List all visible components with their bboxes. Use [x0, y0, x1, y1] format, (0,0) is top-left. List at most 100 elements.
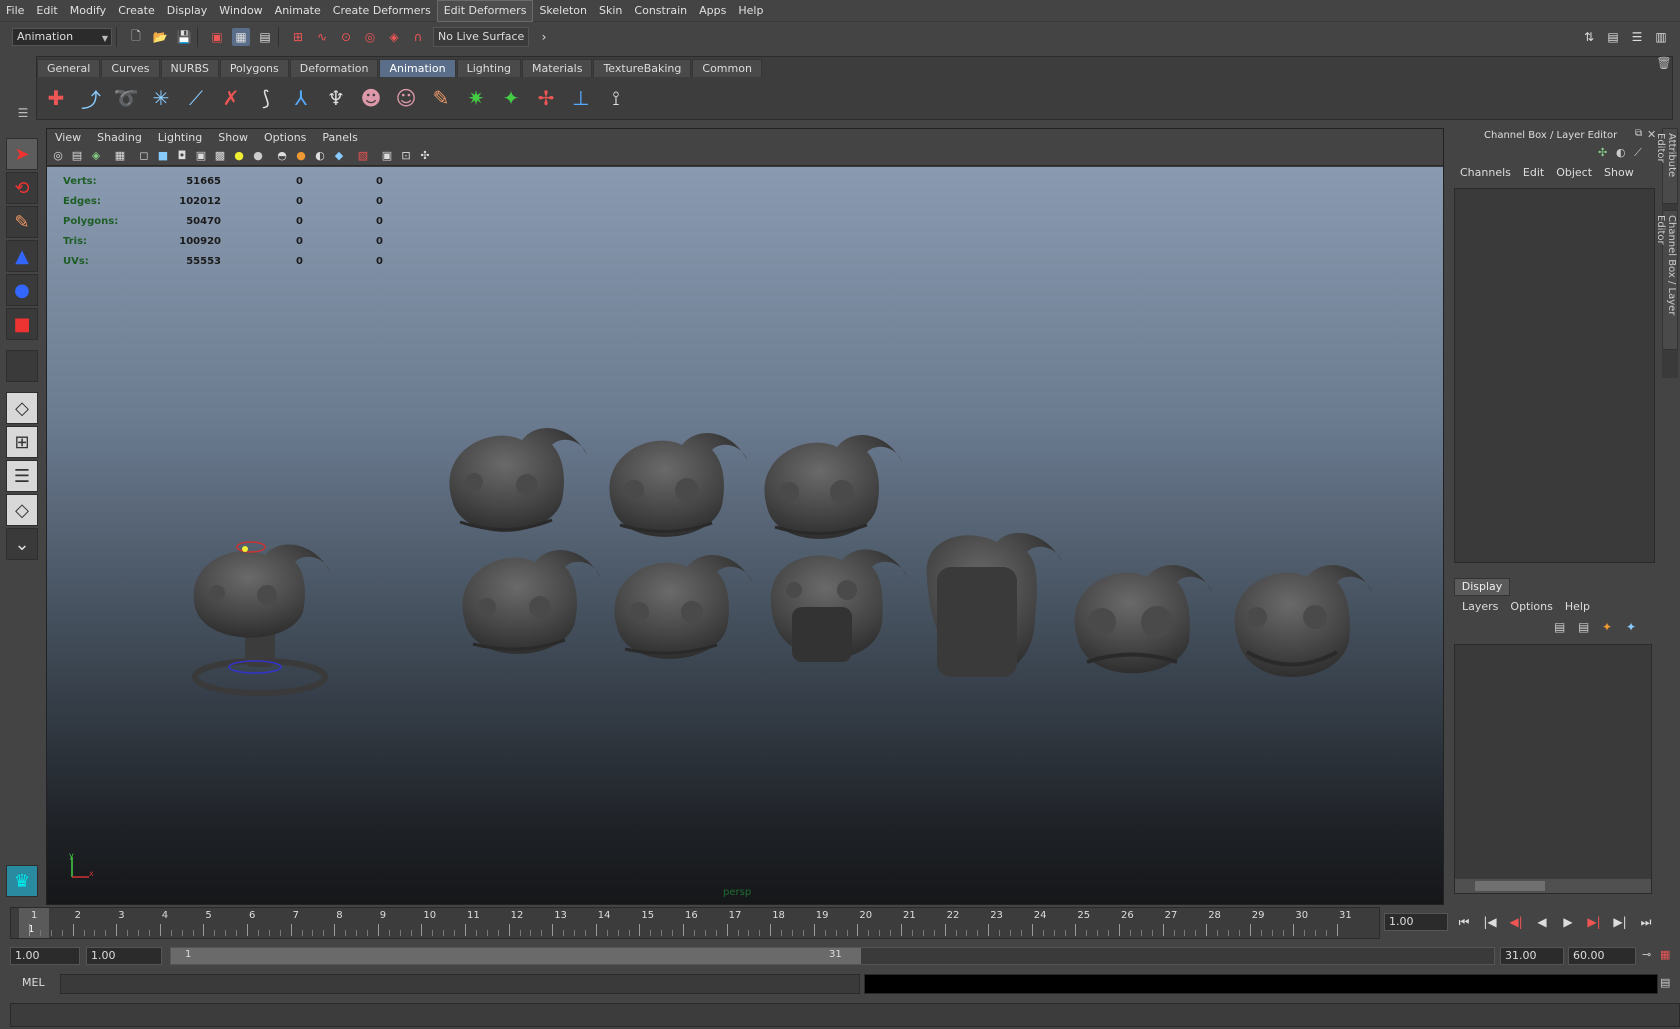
layer-list[interactable]	[1454, 644, 1652, 894]
shelf-tab-texturebaking[interactable]: TextureBaking	[593, 59, 692, 77]
select-tool-icon[interactable]: ➤	[6, 138, 38, 170]
range-bar-fill[interactable]	[171, 948, 861, 964]
joint-tool-icon[interactable]: ⟋	[181, 82, 211, 114]
shelf-tab-nurbs[interactable]: NURBS	[160, 59, 219, 77]
channel-box-menu-channels[interactable]: Channels	[1454, 166, 1517, 179]
viewport-menu-options[interactable]: Options	[256, 131, 314, 144]
snap-point-icon[interactable]: ⊙	[337, 28, 355, 46]
new-scene-icon[interactable]: 🗋	[127, 28, 145, 46]
lasso-tool-icon[interactable]: ⟲	[6, 172, 38, 204]
aim-constraint-icon[interactable]: ✢	[531, 82, 561, 114]
viewport-menu-lighting[interactable]: Lighting	[150, 131, 210, 144]
snap-curve-icon[interactable]: ∿	[313, 28, 331, 46]
ik-spline-handle-icon[interactable]: ⟆	[251, 82, 281, 114]
select-by-component-icon[interactable]: ▤	[256, 28, 274, 46]
start-time-field[interactable]: 1.00	[10, 947, 80, 965]
blendshape-head[interactable]	[1074, 565, 1212, 674]
blendshape-head[interactable]	[462, 550, 600, 654]
shelf-tab-lighting[interactable]: Lighting	[456, 59, 522, 77]
rotate-tool-icon[interactable]: ●	[6, 274, 38, 306]
screen-space-ao-icon[interactable]: ●	[293, 148, 309, 164]
shading-icon[interactable]: ◐	[1616, 146, 1630, 160]
shelf-menu-icon[interactable]: ☰	[16, 56, 30, 120]
ik-spline-icon[interactable]: ✳	[146, 82, 176, 114]
animation-prefs-icon[interactable]: ▦	[1660, 948, 1674, 962]
menu-skeleton[interactable]: Skeleton	[533, 1, 593, 21]
shelf-tab-curves[interactable]: Curves	[101, 59, 160, 77]
script-editor-icon[interactable]: ▤	[1660, 976, 1674, 990]
blendshape-head[interactable]	[614, 555, 752, 659]
channel-box-menu-show[interactable]: Show	[1598, 166, 1640, 179]
channel-box-menu-object[interactable]: Object	[1550, 166, 1598, 179]
menu-apps[interactable]: Apps	[693, 1, 732, 21]
rigged-character[interactable]	[192, 541, 330, 696]
transform-icon[interactable]: ✣	[1598, 146, 1612, 160]
last-tool-slot[interactable]	[6, 350, 38, 382]
menu-create[interactable]: Create	[112, 1, 161, 21]
default-light-icon[interactable]: ●	[231, 148, 247, 164]
step-forward-frame-icon[interactable]: ▶|	[1584, 913, 1604, 931]
go-to-end-icon[interactable]: ⏭	[1636, 913, 1656, 931]
chevron-right-icon[interactable]: ›	[535, 28, 553, 46]
menu-create-deformers[interactable]: Create Deformers	[327, 1, 437, 21]
bookmark-icon[interactable]: ◈	[88, 148, 104, 164]
range-bar[interactable]: 1 31	[170, 947, 1495, 965]
step-back-frame-icon[interactable]: ◀|	[1506, 913, 1526, 931]
viewport-menu-panels[interactable]: Panels	[314, 131, 365, 144]
point-constraint-icon[interactable]: ✦	[496, 82, 526, 114]
playback-end-field[interactable]: 31.00	[1500, 947, 1564, 965]
bind-skin-icon[interactable]: ⅄	[286, 82, 316, 114]
scrollbar-thumb[interactable]	[1475, 881, 1545, 891]
toggle-modeling-toolkit-icon[interactable]: ⇅	[1580, 28, 1598, 46]
live-surface-field[interactable]: No Live Surface	[433, 27, 529, 47]
shelf-tab-polygons[interactable]: Polygons	[219, 59, 289, 77]
blendshape-head[interactable]	[449, 428, 587, 532]
viewport-menu-show[interactable]: Show	[210, 131, 256, 144]
image-plane-icon[interactable]: ▦	[112, 148, 128, 164]
xray-joints-icon[interactable]: ▣	[379, 148, 395, 164]
go-to-start-icon[interactable]: ⏮	[1454, 913, 1474, 931]
scene-models[interactable]	[47, 167, 1443, 904]
open-scene-icon[interactable]: 📂	[151, 28, 169, 46]
layer-tab-display[interactable]: Display	[1454, 578, 1510, 596]
pin-icon[interactable]: ⟋	[1634, 146, 1648, 160]
layer-move-down-icon[interactable]: ▤	[1578, 620, 1596, 636]
menu-window[interactable]: Window	[213, 1, 268, 21]
menu-animate[interactable]: Animate	[269, 1, 327, 21]
xray-icon[interactable]: ▣	[193, 148, 209, 164]
float-panel-icon[interactable]: ⧉	[1635, 128, 1647, 142]
pole-vector-constraint-icon[interactable]: ⟟	[601, 82, 631, 114]
motion-path-icon[interactable]: ⤴	[76, 82, 106, 114]
isolate-select-icon[interactable]: ▧	[355, 148, 371, 164]
menu-set-selector[interactable]: Animation ▼	[12, 28, 112, 46]
step-back-key-icon[interactable]: |◀	[1480, 913, 1500, 931]
shelf-tab-general[interactable]: General	[37, 59, 101, 77]
layer-menu-options[interactable]: Options	[1504, 600, 1558, 613]
wireframe-on-shaded-icon[interactable]: ◘	[174, 148, 190, 164]
tab-channel-box-layer-editor[interactable]: Channel Box / Layer Editor	[1655, 210, 1678, 350]
end-time-field[interactable]: 60.00	[1568, 947, 1636, 965]
auto-key-icon[interactable]: ⊸	[1642, 948, 1656, 962]
save-scene-icon[interactable]: 💾	[175, 28, 193, 46]
layout-options-icon[interactable]: ⌄	[6, 528, 38, 560]
select-camera-icon[interactable]: ◎	[50, 148, 66, 164]
layer-menu-help[interactable]: Help	[1559, 600, 1596, 613]
paint-weights-icon[interactable]: ✎	[426, 82, 456, 114]
shelf-trash-icon[interactable]: 🗑	[1656, 56, 1672, 120]
mel-label[interactable]: MEL	[22, 976, 45, 989]
toggle-tool-settings-icon[interactable]: ☰	[1628, 28, 1646, 46]
smooth-shade-icon[interactable]: ■	[155, 148, 171, 164]
wireframe-icon[interactable]: ◻	[136, 148, 152, 164]
playback-start-field[interactable]: 1.00	[86, 947, 162, 965]
step-forward-key-icon[interactable]: ▶|	[1610, 913, 1630, 931]
viewport-menu-view[interactable]: View	[47, 131, 89, 144]
channel-box-area[interactable]	[1454, 188, 1655, 563]
paint-select-tool-icon[interactable]: ✎	[6, 206, 38, 238]
blend-shape-icon[interactable]: ☺	[391, 82, 421, 114]
tab-attribute-editor[interactable]: Attribute Editor	[1655, 128, 1678, 204]
shadows-icon[interactable]: ◓	[274, 148, 290, 164]
blendshape-head[interactable]	[1234, 565, 1372, 677]
menu-constrain[interactable]: Constrain	[628, 1, 693, 21]
attach-to-path-icon[interactable]: ➰	[111, 82, 141, 114]
snap-live-icon[interactable]: ◈	[385, 28, 403, 46]
